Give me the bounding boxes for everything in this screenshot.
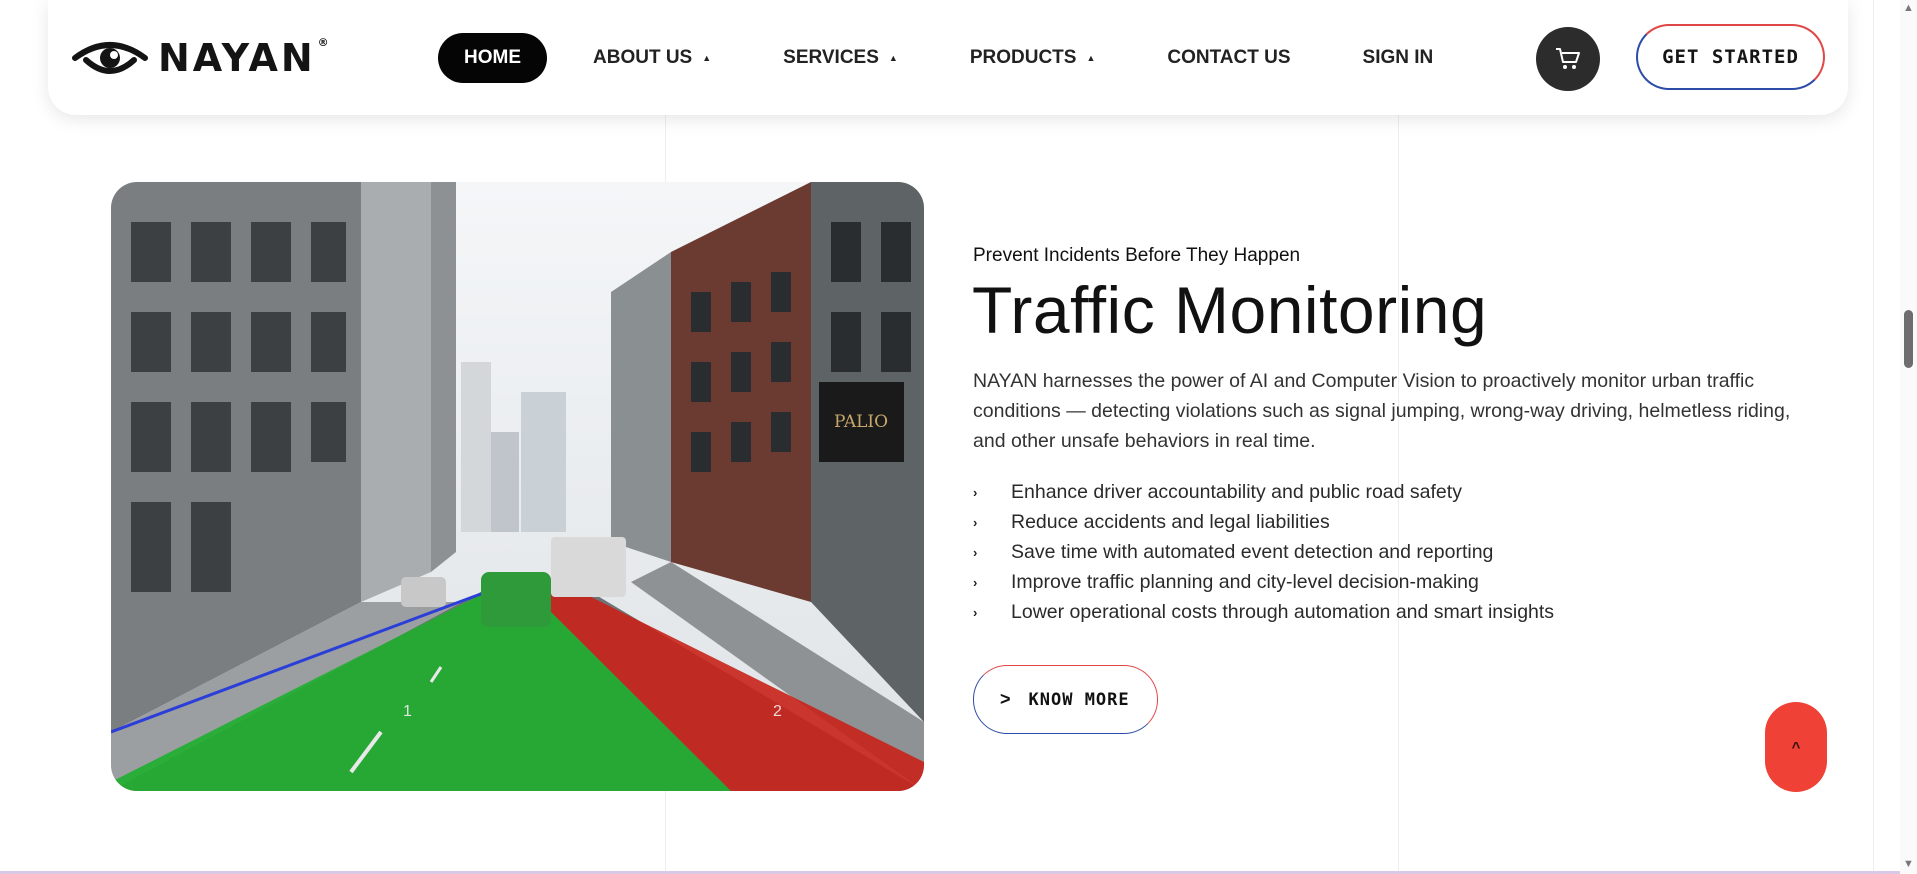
list-item: › Enhance driver accountability and publi… — [973, 480, 1462, 503]
scrollbar-thumb[interactable] — [1904, 310, 1913, 368]
nav-services[interactable]: SERVICES ▲ — [757, 33, 924, 83]
caret-down-icon: ▲ — [702, 53, 712, 63]
svg-text:PALIO: PALIO — [834, 412, 888, 432]
browser-scrollbar[interactable]: ▲ ▼ — [1900, 0, 1917, 874]
site-header: NAYAN ® HOME ABOUT US ▲ SERVICES ▲ PRODUCTS… — [48, 0, 1848, 115]
eye-logo-icon — [72, 42, 148, 74]
logo-wordmark: NAYAN ® — [158, 36, 332, 80]
section-description: NAYAN harnesses the power of AI and Comp… — [973, 370, 1791, 452]
section-eyebrow: Prevent Incidents Before They Happen — [973, 245, 1301, 266]
chevron-up-icon: ^ — [1791, 738, 1801, 756]
scroll-up-arrow-icon[interactable]: ▲ — [1903, 2, 1914, 14]
benefit-list: › Enhance driver accountability and publi… — [973, 477, 1554, 627]
caret-down-icon: ▲ — [1086, 53, 1096, 63]
chevron-right-icon: > — [1000, 689, 1011, 709]
get-started-button[interactable]: GET STARTED — [1636, 24, 1825, 90]
background-guide-line — [1873, 0, 1874, 874]
list-item: › Save time with automated event detectio… — [973, 540, 1494, 563]
cart-icon — [1556, 48, 1580, 69]
chevron-right-icon: › — [973, 604, 978, 620]
nav-about-us[interactable]: ABOUT US ▲ — [567, 33, 737, 83]
list-item: › Improve traffic planning and city-level… — [973, 570, 1479, 593]
nav-sign-in[interactable]: SIGN IN — [1337, 33, 1460, 83]
chevron-right-icon: › — [973, 514, 978, 530]
chevron-right-icon: › — [973, 544, 978, 560]
nav-products[interactable]: PRODUCTS ▲ — [944, 33, 1122, 83]
list-item: › Lower operational costs through automat… — [973, 600, 1555, 623]
chevron-right-icon: › — [973, 484, 978, 500]
logo[interactable]: NAYAN ® — [72, 34, 332, 82]
section-title: Traffic Monitoring — [972, 273, 1488, 347]
nav-contact-us[interactable]: CONTACT US — [1141, 33, 1316, 83]
caret-down-icon: ▲ — [888, 53, 898, 63]
know-more-button[interactable]: > KNOW MORE — [973, 665, 1158, 734]
list-item: › Reduce accidents and legal liabilities — [973, 510, 1330, 533]
scroll-to-top-button[interactable]: ^ — [1765, 702, 1827, 792]
main-nav: HOME ABOUT US ▲ SERVICES ▲ PRODUCTS ▲ CONTA… — [438, 33, 1459, 83]
cart-button[interactable] — [1536, 27, 1600, 91]
svg-text:1: 1 — [403, 703, 412, 720]
nav-home[interactable]: HOME — [438, 33, 547, 83]
svg-text:2: 2 — [773, 703, 782, 720]
scroll-down-arrow-icon[interactable]: ▼ — [1903, 858, 1914, 870]
chevron-right-icon: › — [973, 574, 978, 590]
traffic-monitoring-image: PALIO 1 2 — [111, 182, 924, 791]
